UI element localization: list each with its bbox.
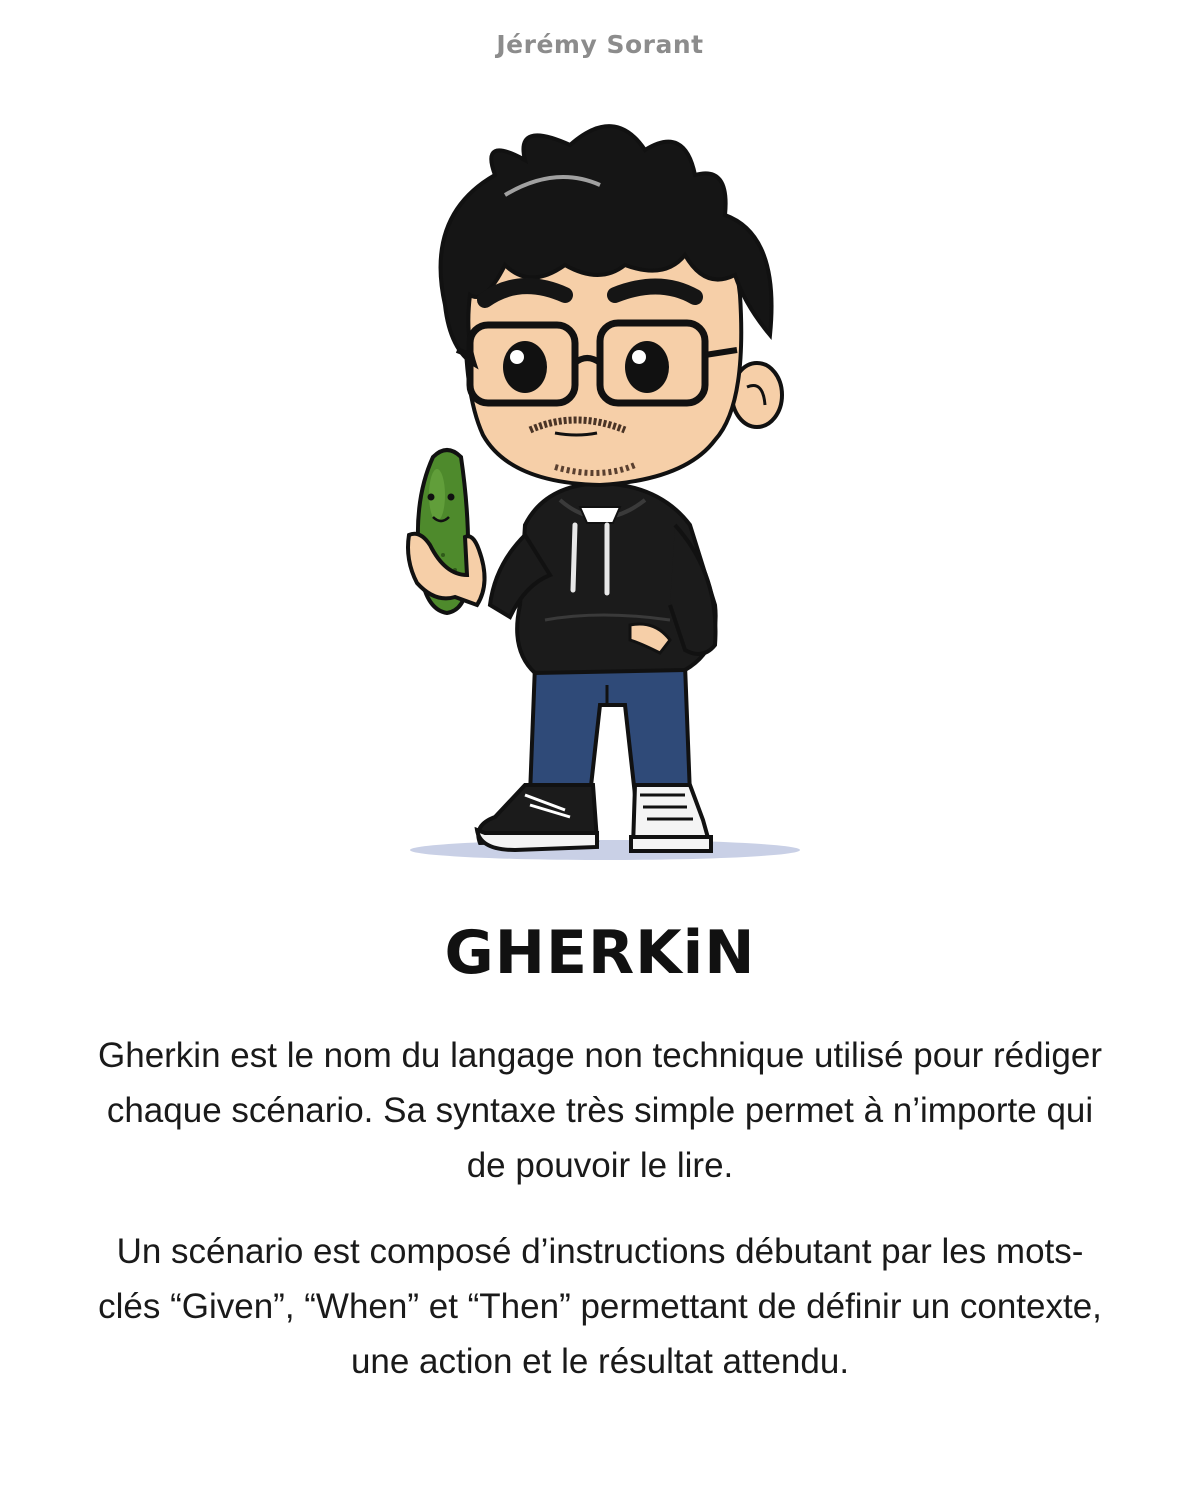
author-name: Jérémy Sorant [496, 30, 704, 59]
left-shoe [474, 783, 600, 853]
page: Jérémy Sorant GHERKiN Gherkin est le nom… [0, 0, 1200, 1500]
description-paragraph-1: Gherkin est le nom du langage non techni… [98, 1036, 1102, 1185]
ground-shadow [410, 840, 800, 860]
page-title: GHERKiN [444, 918, 756, 988]
description-paragraph-2: Un scénario est composé d’instructions d… [98, 1232, 1102, 1381]
right-shoe [629, 783, 713, 853]
character-illustration [406, 124, 800, 860]
jeans [527, 663, 693, 797]
hoodie [487, 480, 718, 676]
